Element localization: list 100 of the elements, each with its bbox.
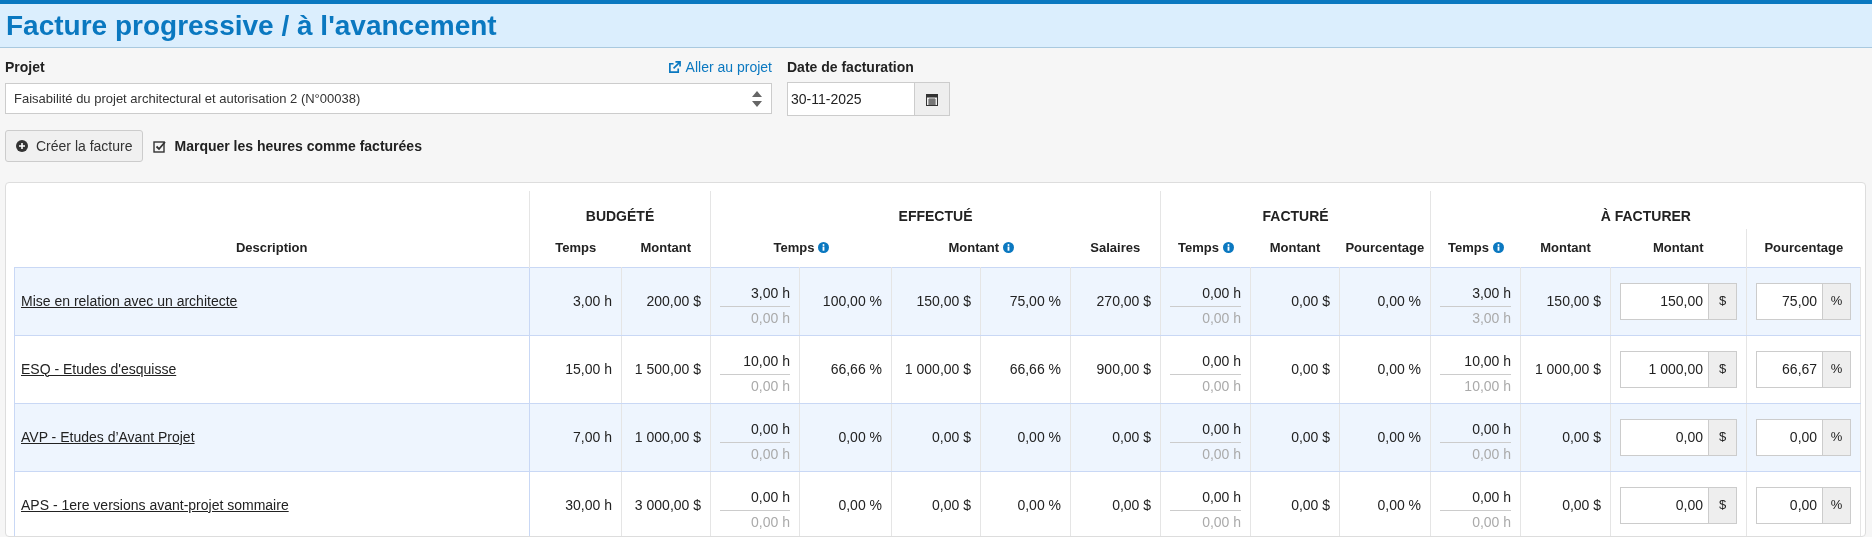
- table-cell: 150,00 $: [1546, 292, 1602, 309]
- amount-input[interactable]: 0,00: [1756, 418, 1824, 456]
- unit-addon: %: [1823, 486, 1852, 524]
- info-icon[interactable]: [1222, 242, 1234, 253]
- column-header: Montant: [1269, 240, 1321, 255]
- column-header: Salaires: [1090, 240, 1141, 255]
- unit-addon: %: [1823, 350, 1852, 388]
- table-cell: 0,00 %: [1377, 292, 1422, 309]
- table-cell: 0,00 $: [1562, 496, 1602, 513]
- column-header: Temps: [555, 240, 597, 255]
- task-link[interactable]: Mise en relation avec un architecte: [21, 292, 238, 309]
- page-title: Facture progressive / à l'avancement: [6, 8, 497, 43]
- task-link[interactable]: APS - 1ere versions avant-projet sommaire: [21, 496, 289, 513]
- table-cell: 3,00 h: [1472, 310, 1512, 326]
- project-link[interactable]: Aller au projet: [667, 57, 772, 78]
- table-cell: 150,00 $: [916, 292, 971, 309]
- table-cell: 0,00 %: [1377, 428, 1422, 445]
- info-icon[interactable]: [818, 242, 830, 253]
- checkbox-checked-icon[interactable]: [153, 139, 167, 153]
- table-cell: 1 500,00 $: [634, 360, 701, 377]
- unit-addon: %: [1823, 282, 1852, 320]
- table-cell: 3,00 h: [1472, 285, 1512, 301]
- table-cell: 3 000,00 $: [634, 496, 701, 513]
- table-cell: 0,00 $: [1562, 428, 1602, 445]
- field-label: Date de facturation: [787, 58, 914, 77]
- column-header: Montant: [948, 240, 999, 255]
- amount-input[interactable]: 0,00: [1620, 486, 1710, 524]
- unit-addon: $: [1709, 350, 1738, 388]
- table-cell: 7,00 h: [573, 428, 612, 445]
- group-header: À FACTURER: [1600, 208, 1691, 224]
- calendar-button[interactable]: [915, 82, 950, 116]
- group-header: EFFECTUÉ: [898, 208, 973, 224]
- table-cell: 200,00 $: [646, 292, 701, 309]
- table-cell: 0,00 h: [1472, 489, 1512, 505]
- task-link[interactable]: ESQ - Etudes d'esquisse: [21, 360, 177, 377]
- mark-hours-checkbox[interactable]: Marquer les heures comme facturées: [153, 135, 422, 157]
- table-cell: 0,00 %: [1017, 428, 1061, 445]
- table-cell: 0,00 $: [1291, 428, 1331, 445]
- sort-icon: [751, 89, 763, 108]
- table-cell: 0,00 h: [1202, 285, 1242, 301]
- table-cell: 3,00 h: [573, 292, 612, 309]
- group-header: BUDGÉTÉ: [585, 208, 655, 224]
- table-cell: 0,00 h: [751, 378, 790, 394]
- column-header: Pourcentage: [1345, 240, 1425, 255]
- field-label: Projet: [5, 58, 45, 77]
- project-select[interactable]: Faisabilité du projet architectural et autorisation 2 (N°00038): [5, 83, 772, 114]
- unit-addon: $: [1709, 486, 1738, 524]
- amount-input[interactable]: 75,00: [1756, 282, 1824, 320]
- table-cell: 0,00 h: [1202, 489, 1242, 505]
- table-cell: 10,00 h: [743, 353, 790, 369]
- table-cell: 0,00 h: [1202, 446, 1242, 462]
- table-cell: 66,66 %: [1009, 360, 1061, 377]
- amount-input[interactable]: 0,00: [1756, 486, 1824, 524]
- unit-addon: $: [1709, 282, 1738, 320]
- table-cell: 270,00 $: [1096, 292, 1152, 309]
- info-icon[interactable]: [1492, 242, 1504, 253]
- create-invoice-button[interactable]: Créer la facture: [5, 130, 144, 162]
- table-cell: 0,00 h: [1202, 310, 1242, 326]
- group-header: FACTURÉ: [1262, 208, 1329, 224]
- unit-addon: $: [1709, 418, 1738, 456]
- column-header: Description: [236, 240, 308, 255]
- amount-input[interactable]: 150,00: [1620, 282, 1710, 320]
- column-header: Temps: [773, 240, 815, 255]
- table-cell: 0,00 h: [751, 310, 790, 326]
- external-link-icon: [667, 61, 681, 74]
- table-cell: 10,00 h: [1464, 353, 1512, 369]
- column-header: Temps: [1448, 240, 1489, 255]
- column-header: Montant: [1653, 240, 1704, 255]
- table-cell: 0,00 h: [751, 489, 790, 505]
- table-cell: 100,00 %: [822, 292, 882, 309]
- table-cell: 0,00 $: [932, 428, 971, 445]
- amount-input[interactable]: 0,00: [1620, 418, 1710, 456]
- plus-circle-icon: [16, 140, 28, 152]
- task-link[interactable]: AVP - Etudes d’Avant Projet: [21, 428, 195, 445]
- column-header: Montant: [640, 240, 692, 255]
- table-cell: 1 000,00 $: [1534, 360, 1602, 377]
- table-cell: 0,00 %: [838, 496, 882, 513]
- column-header: Temps: [1178, 240, 1219, 255]
- table-cell: 0,00 %: [1377, 496, 1422, 513]
- table-cell: 0,00 h: [1202, 378, 1242, 394]
- table-cell: 75,00 %: [1009, 292, 1061, 309]
- date-field[interactable]: 30-11-2025: [787, 82, 915, 116]
- amount-input[interactable]: 66,67: [1756, 350, 1824, 388]
- table-cell: 0,00 $: [932, 496, 971, 513]
- table-cell: 0,00 h: [1472, 514, 1512, 530]
- table-cell: 0,00 $: [1112, 496, 1152, 513]
- table-cell: 900,00 $: [1096, 360, 1152, 377]
- table-cell: 0,00 $: [1291, 360, 1331, 377]
- amount-input[interactable]: 1 000,00: [1620, 350, 1710, 388]
- table-cell: 0,00 h: [1202, 514, 1242, 530]
- table-cell: 66,66 %: [830, 360, 882, 377]
- table-cell: 0,00 $: [1291, 496, 1331, 513]
- table-cell: 0,00 h: [751, 514, 790, 530]
- table-cell: 0,00 h: [1472, 446, 1512, 462]
- table-cell: 0,00 %: [1377, 360, 1422, 377]
- table-cell: 3,00 h: [751, 285, 790, 301]
- table-cell: 10,00 h: [1464, 378, 1512, 394]
- info-icon[interactable]: [1002, 242, 1014, 253]
- column-header: Montant: [1540, 240, 1591, 255]
- unit-addon: %: [1823, 418, 1852, 456]
